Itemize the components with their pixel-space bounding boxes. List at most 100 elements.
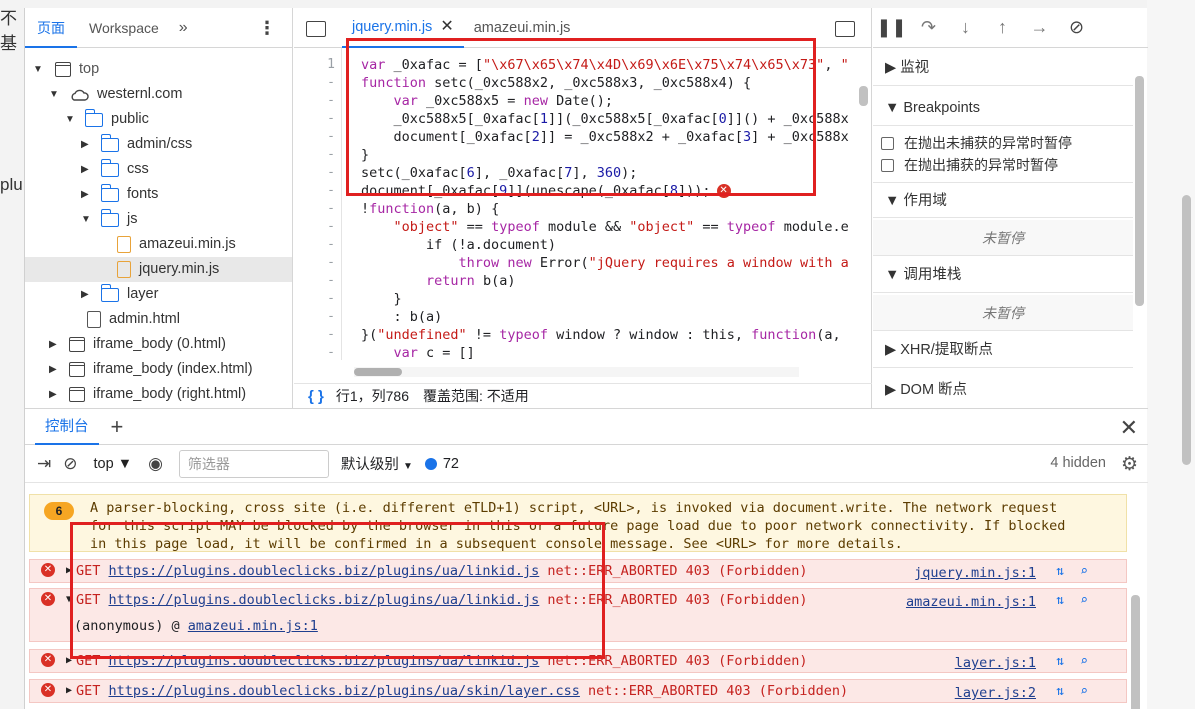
close-drawer-icon[interactable]: ✕: [1120, 415, 1138, 441]
step-icon[interactable]: →: [1021, 17, 1058, 38]
line-number[interactable]: -: [327, 326, 335, 344]
line-number[interactable]: -: [327, 146, 335, 164]
tree-item-iframe[interactable]: ▶ iframe_body (right.html): [49, 382, 246, 407]
line-number[interactable]: -: [327, 128, 335, 146]
expand-arrow-icon[interactable]: ▶: [81, 132, 95, 157]
more-options-icon[interactable]: ⋮: [258, 18, 276, 39]
expand-arrow-icon[interactable]: ▼: [33, 57, 47, 82]
tree-item-folder[interactable]: ▼ js: [81, 207, 137, 232]
sidebar-scrollbar[interactable]: [1135, 76, 1144, 306]
line-number[interactable]: 1: [327, 56, 335, 74]
tree-item-folder[interactable]: ▶ admin/css: [81, 132, 192, 157]
request-url-link[interactable]: https://plugins.doubleclicks.biz/plugins…: [109, 683, 580, 699]
xhr-breakpoints-section[interactable]: ▶ XHR/提取断点: [873, 332, 1133, 368]
line-number[interactable]: -: [327, 344, 335, 360]
source-link[interactable]: jquery.min.js:1: [914, 564, 1036, 582]
tab-amazeui-file[interactable]: amazeui.min.js: [464, 8, 581, 48]
scope-section[interactable]: ▼ 作用域: [873, 182, 1133, 218]
collapse-arrow-icon[interactable]: ▶: [66, 652, 72, 670]
search-icon[interactable]: ⌕: [1080, 563, 1088, 581]
more-tabs-icon[interactable]: »: [171, 19, 196, 37]
pause-uncaught-checkbox[interactable]: 在抛出未捕获的异常时暂停: [881, 132, 1072, 154]
close-tab-icon[interactable]: ✕: [440, 7, 453, 47]
line-number[interactable]: -: [327, 200, 335, 218]
tree-item-domain[interactable]: ▼ westernl.com: [49, 82, 182, 107]
stack-source-link[interactable]: amazeui.min.js:1: [188, 618, 318, 634]
sidebar-toggle-icon[interactable]: ⇥: [37, 454, 51, 474]
tree-item-folder[interactable]: ▶ css: [81, 157, 149, 182]
tree-item-iframe[interactable]: ▶ iframe_body (index.html): [49, 357, 253, 382]
toggle-debugger-icon[interactable]: [835, 21, 855, 37]
expand-arrow-icon[interactable]: ▼: [65, 107, 79, 132]
error-message[interactable]: ✕ ▼ GET https://plugins.doubleclicks.biz/p…: [29, 588, 1127, 642]
code-area[interactable]: 1---------------- var _0xafac = ["\x67\x…: [294, 48, 872, 360]
expand-arrow-icon[interactable]: ▼: [49, 82, 63, 107]
line-number[interactable]: -: [327, 254, 335, 272]
line-number[interactable]: -: [327, 92, 335, 110]
live-expression-eye-icon[interactable]: ◉: [148, 454, 163, 474]
watch-section[interactable]: ▶ 监视: [873, 50, 1133, 86]
pause-caught-checkbox[interactable]: 在抛出捕获的异常时暂停: [881, 154, 1058, 176]
error-message[interactable]: ✕ ▶ GET https://plugins.doubleclicks.biz/p…: [29, 679, 1127, 703]
page-scrollbar[interactable]: [1182, 195, 1191, 465]
network-request-icon[interactable]: ⇅: [1056, 563, 1064, 581]
console-scrollbar[interactable]: [1131, 595, 1140, 709]
expand-arrow-icon[interactable]: ▶: [81, 282, 95, 307]
pretty-print-icon[interactable]: { }: [308, 384, 324, 409]
code-vertical-scrollbar[interactable]: [859, 86, 868, 106]
tree-item-iframe[interactable]: ▶ iframe_body (0.html): [49, 332, 226, 357]
tab-page[interactable]: 页面: [25, 8, 77, 48]
tree-item-file[interactable]: amazeui.min.js: [117, 232, 236, 257]
context-selector[interactable]: top ▼: [94, 456, 133, 472]
expand-arrow-icon[interactable]: ▼: [66, 591, 72, 609]
breakpoints-section[interactable]: ▼ Breakpoints: [873, 90, 1133, 126]
line-number[interactable]: -: [327, 110, 335, 128]
line-number[interactable]: -: [327, 164, 335, 182]
step-out-icon[interactable]: ↑: [984, 17, 1021, 38]
source-link[interactable]: layer.js:1: [955, 654, 1036, 672]
search-icon[interactable]: ⌕: [1080, 683, 1088, 701]
tree-item-file-selected[interactable]: jquery.min.js: [25, 257, 292, 282]
add-tab-icon[interactable]: +: [111, 414, 124, 440]
request-url-link[interactable]: https://plugins.doubleclicks.biz/plugins…: [109, 592, 540, 608]
expand-arrow-icon[interactable]: ▼: [81, 207, 95, 232]
network-request-icon[interactable]: ⇅: [1056, 653, 1064, 671]
log-level-dropdown[interactable]: 默认级别 ▼: [341, 453, 413, 474]
expand-arrow-icon[interactable]: ▶: [49, 382, 63, 407]
line-number[interactable]: -: [327, 290, 335, 308]
tab-jquery-file[interactable]: jquery.min.js ✕: [342, 8, 464, 48]
line-number[interactable]: -: [327, 272, 335, 290]
callstack-section[interactable]: ▼ 调用堆栈: [873, 257, 1133, 293]
issues-badge[interactable]: 72: [424, 456, 459, 472]
error-message[interactable]: ✕ ▶ GET https://plugins.doubleclicks.biz/p…: [29, 559, 1127, 583]
tree-item-folder[interactable]: ▶ layer: [81, 282, 158, 307]
code-horizontal-scrollbar[interactable]: [354, 367, 799, 377]
collapse-arrow-icon[interactable]: ▶: [66, 682, 72, 700]
line-number[interactable]: -: [327, 308, 335, 326]
warning-message[interactable]: 6 A parser-blocking, cross site (i.e. di…: [29, 494, 1127, 552]
collapse-arrow-icon[interactable]: ▶: [66, 562, 72, 580]
expand-arrow-icon[interactable]: ▶: [81, 157, 95, 182]
tab-workspace[interactable]: Workspace: [77, 8, 171, 48]
clear-console-icon[interactable]: ⊘: [63, 454, 77, 474]
error-marker-icon[interactable]: ✕: [716, 184, 731, 198]
expand-arrow-icon[interactable]: ▶: [81, 182, 95, 207]
line-number[interactable]: -: [327, 182, 335, 200]
pause-icon[interactable]: ❚❚: [873, 17, 910, 38]
search-icon[interactable]: ⌕: [1080, 592, 1088, 610]
deactivate-breakpoints-icon[interactable]: ⊘: [1058, 17, 1095, 38]
step-into-icon[interactable]: ↓: [947, 17, 984, 38]
tree-item-folder[interactable]: ▶ fonts: [81, 182, 158, 207]
checkbox[interactable]: [881, 158, 894, 172]
tab-console[interactable]: 控制台: [35, 409, 99, 445]
toggle-navigator-icon[interactable]: [306, 21, 326, 37]
line-number[interactable]: -: [327, 236, 335, 254]
network-request-icon[interactable]: ⇅: [1056, 592, 1064, 610]
dom-breakpoints-section[interactable]: ▶ DOM 断点: [873, 372, 1133, 408]
line-number[interactable]: -: [327, 218, 335, 236]
request-url-link[interactable]: https://plugins.doubleclicks.biz/plugins…: [109, 563, 540, 579]
checkbox[interactable]: [881, 136, 894, 150]
expand-arrow-icon[interactable]: ▶: [49, 357, 63, 382]
tree-item-folder[interactable]: ▼ public: [65, 107, 149, 132]
tree-item-file[interactable]: admin.html: [87, 307, 180, 332]
